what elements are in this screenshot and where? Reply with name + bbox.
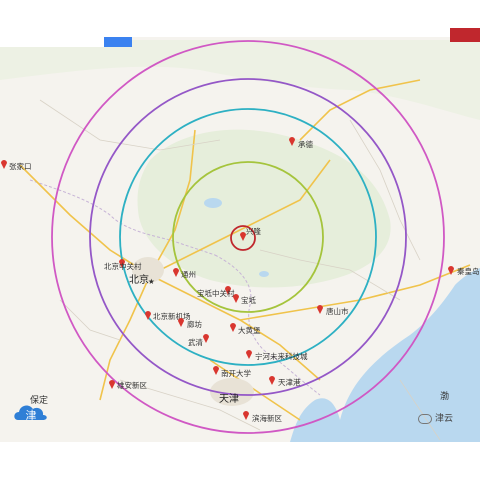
place-label: 宝坻中关村 [197,288,235,298]
place-label: 宁河未来科技城 [255,351,308,361]
place-label: 武清 [188,337,203,347]
place-label: 唐山市 [326,306,349,316]
place-label-tianjin: 天津 [219,393,239,405]
place-label: 廊坊 [187,319,202,329]
reservoir [259,271,269,277]
place-label: 天津港 [278,377,301,387]
map-frame: 张家口 承德秦皇岛唐山市 北京中关村通州北京新机场 廊坊 宝坻中关村 宝坻大黄堡武清宁河未… [0,0,480,480]
wechat-icon [418,413,432,424]
credit-tag: 津云 [418,411,453,424]
place-label: 雄安新区 [117,380,147,390]
place-label: 承德 [298,139,313,149]
jinyun-logo: 津 [14,405,47,422]
lake [204,198,222,208]
corner-logo [450,28,480,42]
place-label: 北京新机场 [153,311,191,321]
credit-text: 津云 [435,413,454,423]
place-label-bo: 渤 [440,390,449,402]
place-label: 宝坻 [241,295,256,305]
place-label: 通州 [181,269,196,279]
place-label: 大黄堡 [238,325,261,335]
epicenter-label: 兴隆 [246,226,261,236]
place-label: 北京中关村 [104,261,142,271]
place-label: 秦皇岛 [457,266,480,276]
place-label: 张家口 [9,161,32,171]
place-label: 南开大学 [221,368,251,378]
capital-star-icon: ★ [148,277,155,286]
search-button[interactable] [104,37,132,47]
place-label-beijing: 北京 [129,273,149,286]
place-label: 滨海新区 [252,413,282,423]
map-canvas[interactable]: 张家口 承德秦皇岛唐山市 北京中关村通州北京新机场廊坊 宝坻中关村宝坻大黄堡武清宁河未… [0,0,480,480]
svg-text:津: 津 [26,409,37,422]
